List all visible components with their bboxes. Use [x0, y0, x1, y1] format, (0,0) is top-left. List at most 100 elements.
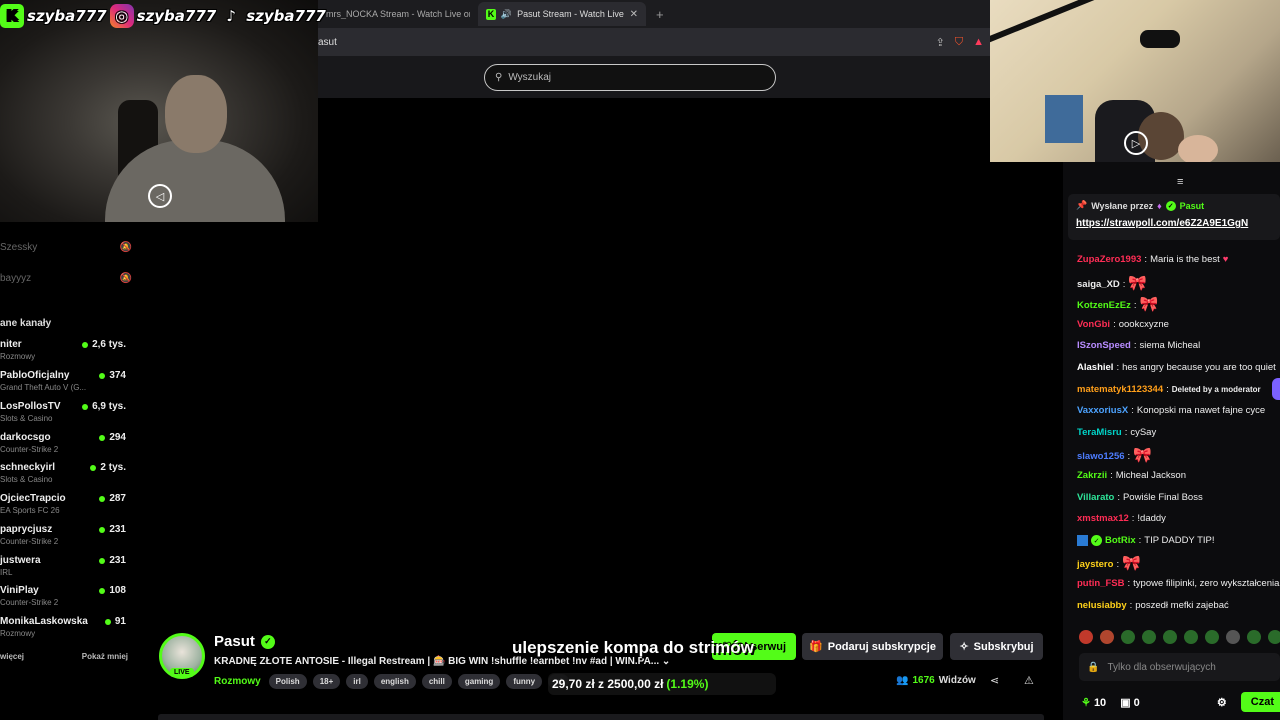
chat-colon: : [1144, 254, 1148, 265]
chat-username[interactable]: putin_FSB [1077, 578, 1125, 589]
stream-info-bar: LIVE Pasut ✓ KRADNĘ ZŁOTE ANTOSIE - Ille… [150, 622, 1050, 720]
chat-username[interactable]: slawo1256 [1077, 451, 1125, 462]
sidebar-channel-item[interactable]: MonikaLaskowska Rozmowy 91 [0, 616, 132, 644]
search-input[interactable]: ⚲ Wyszukaj [484, 64, 776, 91]
share-page-icon[interactable]: ⇪ [936, 36, 945, 49]
emote-icon[interactable] [1121, 630, 1135, 644]
subscribe-button[interactable]: ✧ Subskrybuj [950, 633, 1043, 660]
chat-username[interactable]: KotzenEzEz [1077, 300, 1131, 311]
report-icon[interactable]: ⚠ [1024, 674, 1034, 687]
gift-subscription-button[interactable]: 🎁 Podaruj subskrypcje [802, 633, 943, 660]
chat-username[interactable]: jaystero [1077, 559, 1113, 570]
stream-tags: Rozmowy Polish 18+ irl english chill gam… [214, 674, 570, 689]
tag[interactable]: Polish [268, 674, 307, 689]
brave-rewards-icon[interactable]: ▲ [973, 36, 984, 49]
tag[interactable]: english [373, 674, 416, 689]
channel-name: justwera [0, 555, 41, 566]
gear-icon[interactable]: ⚙ [1217, 696, 1227, 709]
channel-name: OjciecTrapcio [0, 493, 66, 504]
chat-username[interactable]: VaxxoriusX [1077, 405, 1128, 416]
tag[interactable]: funny [506, 674, 543, 689]
sidebar-footer: więcej Pokaż mniej [0, 652, 128, 661]
sidebar-channel-item[interactable]: LosPollosTV Slots & Casino 6,9 tys. [0, 401, 132, 429]
browser-tab-active[interactable]: K 🔊 Pasut Stream - Watch Live on ✕ [478, 2, 646, 26]
chat-username[interactable]: saiga_XD [1077, 279, 1120, 290]
chat-menu-icon[interactable]: ≡ [1177, 176, 1183, 188]
brave-shield-icon[interactable]: ⛉ [955, 36, 963, 49]
tag[interactable]: irl [346, 674, 368, 689]
badge-icon: ♦ [1157, 200, 1162, 211]
sidebar-channel-item[interactable]: OjciecTrapcio EA Sports FC 26 287 [0, 493, 132, 521]
sidebar-channel-item[interactable]: darkocsgo Counter-Strike 2 294 [0, 432, 132, 460]
sidebar-channel-item[interactable]: paprycjusz Counter-Strike 2 231 [0, 524, 132, 552]
bot-badge-icon [1077, 535, 1088, 546]
emote-icon[interactable] [1079, 630, 1093, 644]
chat-username[interactable]: VonGbi [1077, 319, 1110, 330]
kick-favicon-icon: K [486, 8, 496, 20]
new-tab-button[interactable]: + [656, 7, 664, 22]
sidebar-item-offline[interactable]: Szessky 🔕 [0, 242, 132, 253]
category-link[interactable]: Rozmowy [214, 676, 261, 687]
tag[interactable]: 18+ [312, 674, 341, 689]
chat-text: poszedł mefki zajebać [1135, 600, 1229, 611]
replay-icon: ◁ [148, 184, 172, 208]
streamer-name[interactable]: Pasut ✓ [214, 633, 275, 650]
chat-colon: : [1110, 470, 1113, 481]
gift-icon: 🎁 [809, 641, 823, 653]
star-icon: ✧ [959, 641, 969, 653]
address-bar[interactable]: asut ⇪ ⛉ ▲ [318, 28, 990, 56]
chat-username[interactable]: nelusiabby [1077, 600, 1127, 611]
show-more-link[interactable]: więcej [0, 652, 24, 661]
browser-tabbar: mrs_NOCKA Stream - Watch Live on K 🔊 Pas… [318, 0, 990, 28]
pinned-link[interactable]: https://strawpoll.com/e6Z2A9E1GgN [1076, 218, 1272, 229]
sidebar-channel-item[interactable]: schneckyirl Slots & Casino 2 tys. [0, 462, 132, 490]
screen: mrs_NOCKA Stream - Watch Live on K 🔊 Pas… [0, 0, 1280, 720]
emote-icon[interactable] [1205, 630, 1219, 644]
chat-username[interactable]: Zakrzii [1077, 470, 1107, 481]
sidebar-channel-item[interactable]: ViniPlay Counter-Strike 2 108 [0, 585, 132, 613]
chat-username[interactable]: matematyk1123344 [1077, 384, 1163, 395]
search-icon: ⚲ [495, 72, 503, 83]
emote-icon[interactable] [1226, 630, 1240, 644]
social-handles-overlay: K szyba777 ◎ szyba777 ♪ szyba777 [0, 2, 326, 30]
emote-icon[interactable] [1100, 630, 1114, 644]
chat-username[interactable]: Alashiel [1077, 362, 1113, 373]
chat-username[interactable]: xmstmax12 [1077, 513, 1129, 524]
kick-handle: szyba777 [27, 7, 107, 25]
chat-input[interactable]: 🔒 Tylko dla obserwujących [1079, 653, 1280, 681]
emote-icon[interactable] [1142, 630, 1156, 644]
emote-icon[interactable] [1163, 630, 1177, 644]
chat-text: oookcxyzne [1118, 319, 1169, 330]
chat-username[interactable]: ZupaZero1993 [1077, 254, 1141, 265]
chat-text: hes angry because you are too quiet [1122, 362, 1276, 373]
share-icon[interactable]: ⋖ [990, 674, 999, 687]
channel-name: Szessky [0, 242, 38, 253]
close-tab-icon[interactable]: ✕ [630, 9, 638, 20]
tag[interactable]: gaming [457, 674, 501, 689]
chat-message: ✓ BotRix: TIP DADDY TIP! [1077, 535, 1214, 546]
emote-icon[interactable] [1247, 630, 1261, 644]
browser-tab[interactable]: mrs_NOCKA Stream - Watch Live on [318, 2, 478, 26]
emote-icon[interactable] [1268, 630, 1280, 644]
emote-icon[interactable] [1184, 630, 1198, 644]
channel-name: MonikaLaskowska [0, 616, 88, 627]
channel-category: Counter-Strike 2 [0, 598, 59, 607]
chat-username[interactable]: BotRix [1105, 535, 1136, 546]
sidebar-channel-item[interactable]: justwera IRL 231 [0, 555, 132, 583]
channel-category: Slots & Casino [0, 475, 53, 484]
chat-username[interactable]: ISzonSpeed [1077, 340, 1131, 351]
tag[interactable]: chill [421, 674, 452, 689]
chat-message: xmstmax12: !daddy [1077, 513, 1166, 524]
page-bottom-strip [158, 714, 1044, 720]
sidebar-channel-item[interactable]: niter Rozmowy 2,6 tys. [0, 339, 132, 367]
send-chat-button[interactable]: Czat [1240, 692, 1280, 712]
sidebar-item-offline[interactable]: bayyyz 🔕 [0, 273, 132, 284]
sidebar-channel-item[interactable]: PabloOficjalny Grand Theft Auto V (G... … [0, 370, 132, 398]
chat-username[interactable]: TeraMisru [1077, 427, 1122, 438]
chat-username[interactable]: Villarato [1077, 492, 1114, 503]
live-dot-icon [99, 434, 106, 441]
show-less-link[interactable]: Pokaż mniej [82, 652, 128, 661]
chat-text: Konopski ma nawet fajne cyce [1136, 405, 1266, 416]
side-tab[interactable] [1272, 378, 1280, 400]
chat-text: cySay [1130, 427, 1157, 438]
